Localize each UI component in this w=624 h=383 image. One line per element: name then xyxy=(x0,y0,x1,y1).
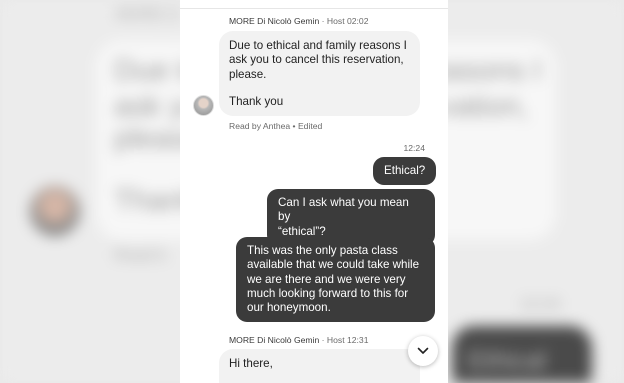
incoming-message-bubble[interactable]: Hi there, xyxy=(219,349,420,383)
message-text-line: please. xyxy=(229,67,267,81)
bg-text-line: vation, xyxy=(440,90,529,123)
bg-avatar xyxy=(30,186,80,236)
bg-read-receipt: Read b xyxy=(114,247,166,264)
message-sender-line: MORE Di Nicolò Gemin · Host 12:31 xyxy=(229,335,368,345)
message-text-line: much looking forward to this for xyxy=(247,286,409,300)
bg-time: 12:24 xyxy=(520,296,561,313)
message-text-line: Thank you xyxy=(229,94,284,108)
host-avatar[interactable] xyxy=(193,95,214,116)
outgoing-message-bubble[interactable]: Ethical? xyxy=(373,157,437,186)
chat-thread[interactable]: MORE Di Nicolò Gemin · Host 02:02 Due to… xyxy=(180,0,448,383)
bg-dark-text: Ethical xyxy=(468,345,547,375)
bg-sender-text: MORE D xyxy=(116,6,180,23)
incoming-message-bubble[interactable]: Due to ethical and family reasons I ask … xyxy=(219,31,420,116)
sender-meta: · Host 02:02 xyxy=(321,16,369,26)
message-text-line: Can I ask what you mean by xyxy=(278,196,409,224)
sender-name: MORE Di Nicolò Gemin xyxy=(229,335,320,345)
message-text-line: our honeymoon. xyxy=(247,301,331,315)
message-sender-line: MORE Di Nicolò Gemin · Host 02:02 xyxy=(229,16,368,26)
chevron-down-icon xyxy=(417,347,429,354)
scroll-down-button[interactable] xyxy=(408,336,438,366)
read-receipt: Read by Anthea • Edited xyxy=(229,121,323,131)
message-text-line: available that we could take while xyxy=(247,258,420,272)
message-text: Ethical? xyxy=(384,164,426,177)
divider xyxy=(180,8,448,9)
message-time: 12:24 xyxy=(403,143,425,153)
sender-name: MORE Di Nicolò Gemin xyxy=(229,16,320,26)
message-text-line: Due to ethical and family reasons I xyxy=(229,39,407,52)
message-text: Hi there, xyxy=(229,357,273,370)
message-text-line: we are there and we were very xyxy=(247,272,406,286)
sender-meta: · Host 12:31 xyxy=(321,335,369,345)
message-text-line: This was the only pasta class xyxy=(247,244,398,257)
outgoing-message-bubble[interactable]: This was the only pasta class available … xyxy=(236,237,435,323)
message-text-line: ask you to cancel this reservation, xyxy=(229,53,404,67)
